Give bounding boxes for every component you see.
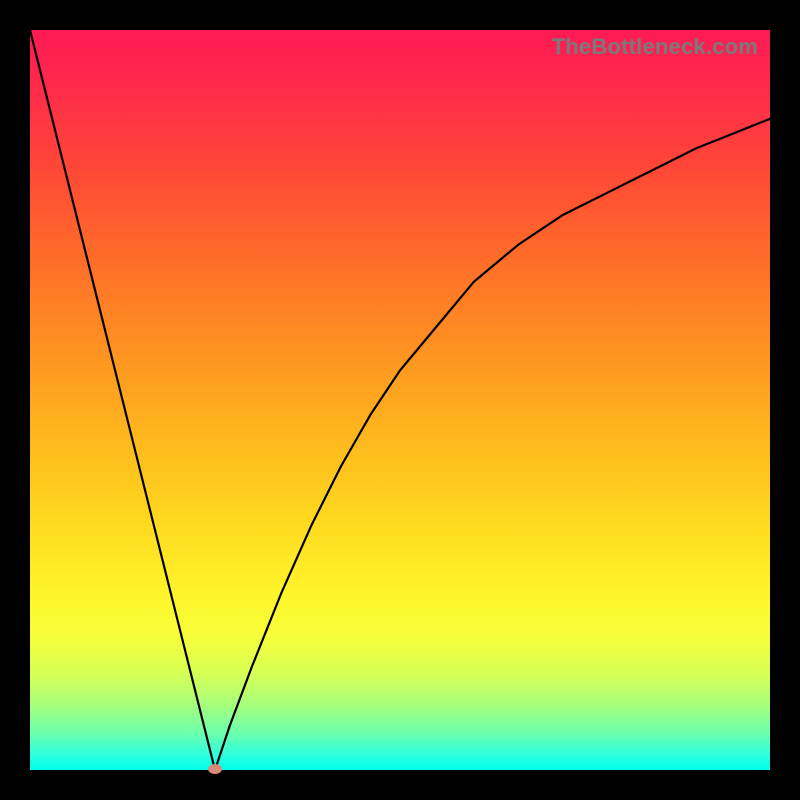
minimum-marker bbox=[208, 764, 222, 774]
chart-frame: TheBottleneck.com bbox=[0, 0, 800, 800]
plot-area: TheBottleneck.com bbox=[30, 30, 770, 770]
bottleneck-curve bbox=[30, 30, 770, 770]
